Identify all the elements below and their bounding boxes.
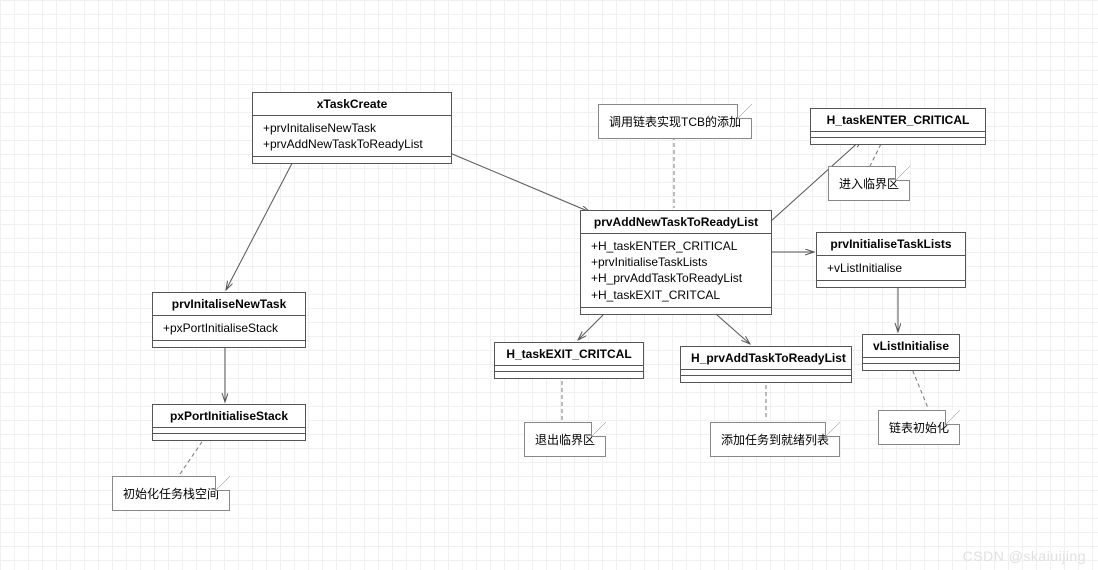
class-title: prvInitialiseTaskLists [817, 233, 965, 256]
note-exit-critical: 退出临界区 [524, 422, 606, 457]
class-pxPortInitialiseStack: pxPortInitialiseStack [152, 404, 306, 441]
note-enter-critical: 进入临界区 [828, 166, 910, 201]
class-title: vListInitialise [863, 335, 959, 358]
class-title: xTaskCreate [253, 93, 451, 116]
class-vListInitialise: vListInitialise [862, 334, 960, 371]
class-title: H_taskENTER_CRITICAL [811, 109, 985, 132]
note-add-ready: 添加任务到就绪列表 [710, 422, 840, 457]
class-methods: +pxPortInitialiseStack [153, 316, 305, 341]
class-H_taskENTER_CRITICAL: H_taskENTER_CRITICAL [810, 108, 986, 145]
class-H_taskEXIT_CRITCAL: H_taskEXIT_CRITCAL [494, 342, 644, 379]
class-title: H_prvAddTaskToReadyList [681, 347, 851, 370]
note-tcb: 调用链表实现TCB的添加 [598, 104, 752, 139]
class-prvAddNewTaskToReadyList: prvAddNewTaskToReadyList +H_taskENTER_CR… [580, 210, 772, 315]
class-xTaskCreate: xTaskCreate +prvInitaliseNewTask +prvAdd… [252, 92, 452, 164]
class-methods: +prvInitaliseNewTask +prvAddNewTaskToRea… [253, 116, 451, 157]
class-prvInitialiseTaskLists: prvInitialiseTaskLists +vListInitialise [816, 232, 966, 288]
class-title: prvAddNewTaskToReadyList [581, 211, 771, 234]
class-methods: +vListInitialise [817, 256, 965, 281]
class-methods: +H_taskENTER_CRITICAL +prvInitialiseTask… [581, 234, 771, 308]
note-stack-init: 初始化任务栈空间 [112, 476, 230, 511]
class-prvInitaliseNewTask: prvInitaliseNewTask +pxPortInitialiseSta… [152, 292, 306, 348]
class-H_prvAddTaskToReadyList: H_prvAddTaskToReadyList [680, 346, 852, 383]
watermark: CSDN @skaiuijing [963, 548, 1086, 564]
note-list-init: 链表初始化 [878, 410, 960, 445]
class-title: H_taskEXIT_CRITCAL [495, 343, 643, 366]
class-title: pxPortInitialiseStack [153, 405, 305, 428]
class-title: prvInitaliseNewTask [153, 293, 305, 316]
